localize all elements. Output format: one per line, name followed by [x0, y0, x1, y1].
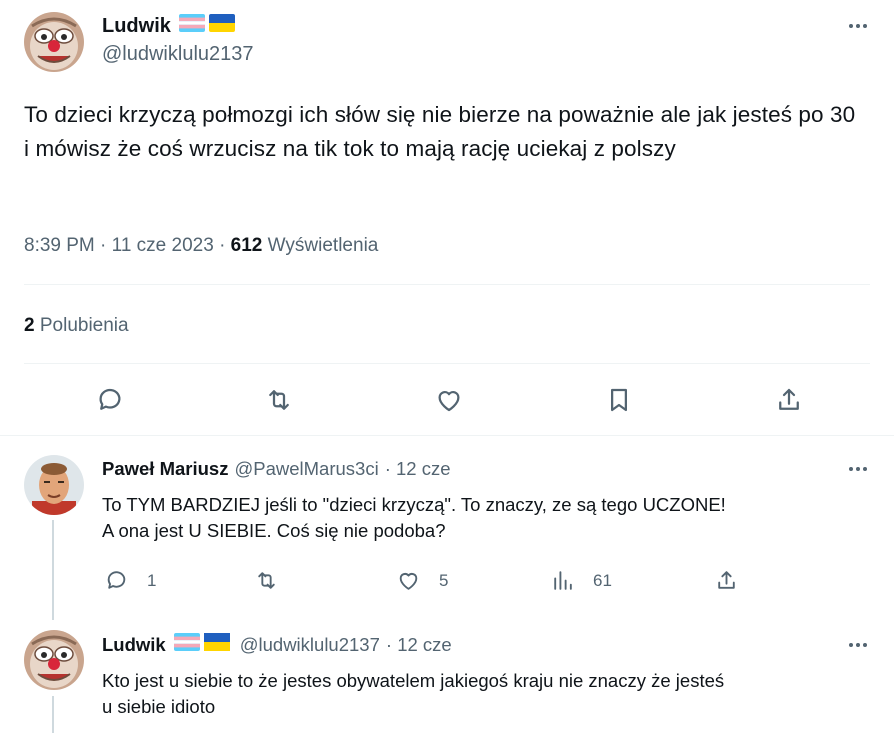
divider	[0, 435, 894, 436]
tweet-meta: 8:39 PM · 11 cze 2023 · 612 Wyświetlenia	[24, 232, 378, 260]
reply-text-line: Kto jest u siebie to że jestes obywatele…	[102, 670, 725, 691]
like-button[interactable]: 5	[396, 568, 448, 593]
views-count: 61	[593, 570, 612, 590]
reply-date[interactable]: · 12 cze	[385, 456, 451, 482]
share-button[interactable]	[714, 568, 739, 593]
reply-icon[interactable]	[95, 385, 125, 415]
tweet-author[interactable]: Ludwik @ludwiklulu2137	[102, 12, 254, 68]
reply-button[interactable]: 1	[104, 568, 156, 593]
author-handle[interactable]: @ludwiklulu2137	[240, 632, 380, 658]
tweet-date[interactable]: 11 cze 2023	[112, 235, 214, 256]
ukraine-flag-icon	[203, 632, 230, 658]
like-icon[interactable]	[434, 385, 464, 415]
views-label: Wyświetlenia	[267, 235, 379, 256]
meta-separator: ·	[100, 235, 112, 256]
avatar[interactable]	[24, 12, 84, 72]
views-count: 612	[230, 235, 263, 256]
reply-icon	[107, 571, 126, 589]
divider	[24, 284, 870, 285]
author-name[interactable]: Ludwik	[102, 632, 166, 658]
reply-author[interactable]: Paweł Mariusz @PawelMarus3ci · 12 cze	[102, 456, 451, 482]
more-options-icon[interactable]	[848, 459, 868, 479]
share-icon	[718, 571, 735, 589]
like-count: 5	[439, 570, 449, 590]
retweet-button[interactable]	[254, 568, 279, 593]
author-name[interactable]: Paweł Mariusz	[102, 456, 228, 482]
reply-date[interactable]: · 12 cze	[386, 632, 452, 658]
divider	[24, 363, 870, 364]
thread-line	[52, 696, 54, 733]
ukraine-flag-icon	[208, 12, 235, 40]
author-name-row[interactable]: Ludwik	[102, 12, 254, 40]
avatar[interactable]	[24, 455, 84, 515]
transgender-flag-icon	[173, 632, 200, 658]
like-icon	[399, 573, 418, 590]
author-name[interactable]: Ludwik	[102, 12, 171, 40]
reply-text-line: To TYM BARDZIEJ jeśli to "dzieci krzyczą…	[102, 494, 726, 515]
reply-text: To TYM BARDZIEJ jeśli to "dzieci krzyczą…	[102, 492, 872, 544]
retweet-icon[interactable]	[264, 385, 294, 415]
author-handle[interactable]: @ludwiklulu2137	[102, 40, 254, 68]
views-button[interactable]: 61	[550, 568, 612, 593]
tweet-time[interactable]: 8:39 PM	[24, 235, 95, 256]
reply-text-line: u siebie idioto	[102, 696, 216, 717]
reply-text-line: A ona jest U SIEBIE. Coś się nie podoba?	[102, 520, 446, 541]
share-icon[interactable]	[774, 385, 804, 415]
bookmark-icon[interactable]	[604, 385, 634, 415]
tweet-text: To dzieci krzyczą połmozgi ich słów się …	[24, 102, 856, 161]
reply-count: 1	[147, 570, 157, 590]
meta-separator: ·	[219, 235, 231, 256]
avatar[interactable]	[24, 630, 84, 690]
likes-count: 2	[24, 315, 35, 336]
more-options-icon[interactable]	[848, 635, 868, 655]
views-icon	[554, 571, 572, 590]
reply-text: Kto jest u siebie to że jestes obywatele…	[102, 668, 872, 720]
retweet-icon	[258, 572, 275, 589]
reply-author[interactable]: Ludwik @ludwiklulu2137 · 12 cze	[102, 632, 452, 658]
thread-line	[52, 520, 54, 620]
author-handle[interactable]: @PawelMarus3ci	[234, 456, 378, 482]
more-options-icon[interactable]	[848, 16, 868, 36]
transgender-flag-icon	[178, 12, 205, 40]
likes-summary[interactable]: 2 Polubienia	[24, 312, 129, 340]
likes-label: Polubienia	[39, 315, 129, 336]
